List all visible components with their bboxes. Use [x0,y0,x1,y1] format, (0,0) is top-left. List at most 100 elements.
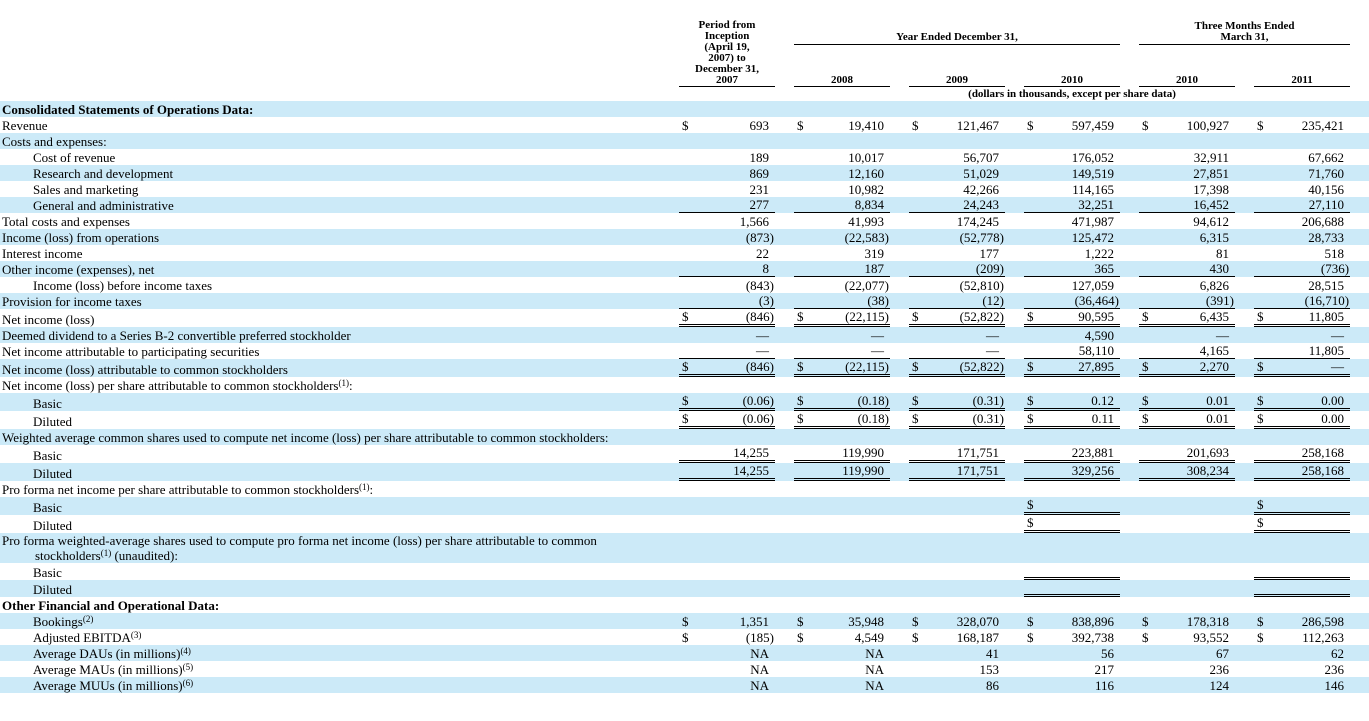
column-spacer [1005,359,1024,377]
value-cell: 8 [679,261,775,277]
value-cell [909,515,1005,533]
value-cell [909,497,1005,515]
cell-value: 597,459 [1071,117,1115,133]
column-spacer [775,580,794,597]
column-spacer [775,327,794,343]
row-label-cell: Cost of revenue [0,149,660,165]
cell-box: $597,459 [1024,118,1120,133]
column-spacer [890,497,909,515]
row-label: Average DAUs (in millions)(4) [33,645,191,661]
cell-box: 56 [1024,646,1120,661]
column-spacer [1350,497,1369,515]
column-spacer [1235,213,1254,229]
column-spacer [775,117,794,133]
cell-box: $ (0.18) [794,393,890,411]
column-spacer [1005,580,1024,597]
value-cell: $27,895 [1024,359,1121,377]
row-label: Consolidated Statements of Operations Da… [2,101,254,117]
value-cell: 16,452 [1139,197,1236,213]
cell-value: 231 [749,181,770,197]
column-spacer [660,515,679,533]
cell-box: $ [1254,497,1351,515]
row-label: Bookings(2) [33,613,94,629]
cell-value: 14,255 [733,462,769,478]
table-row: Other income (expenses), net 8 187 (209) 365… [0,260,1369,277]
financial-table: Period from Inception (April 19, 2007) t… [0,0,1369,693]
column-spacer [1120,245,1139,261]
cell-value: 10,017 [848,149,884,165]
cell-box: $ (0.06) [679,411,775,429]
table-row: Research and development 869 12,160 51,029 1… [0,164,1369,181]
value-cell: 27,851 [1139,165,1235,181]
column-spacer [1120,229,1139,245]
cell-value: 90,595 [1078,308,1115,324]
column-spacer [1005,613,1024,629]
cell-value: — [871,342,884,358]
row-label: Pro forma net income per share attributa… [2,481,374,497]
column-spacer [775,229,794,245]
column-spacer [775,181,794,197]
cell-value: 8,834 [854,196,884,212]
cell-box: 27,110 [1254,197,1351,213]
column-spacer [1120,117,1139,133]
column-spacer [660,445,679,463]
cell-value: 206,688 [1301,213,1345,229]
cell-value: 93,552 [1193,629,1230,645]
cell-value: (22,583) [844,229,889,245]
value-cell: 4,165 [1139,343,1236,359]
value-cell: 1,566 [679,213,775,229]
column-spacer [1005,277,1024,293]
row-label-cell: Basic [0,497,660,515]
column-spacer [890,445,909,463]
value-cell: $112,263 [1254,629,1350,645]
column-spacer [890,411,909,429]
table-row: Provision for income taxes (3) (38) (12) (36… [0,292,1369,309]
column-spacer [660,629,679,645]
cell-box: (3) [679,293,775,309]
cell-value: 236 [1324,661,1345,677]
cell-value: 62 [1331,645,1345,661]
table-row: Diluted $ $ [0,515,1369,533]
table-row: Costs and expenses: [0,132,1369,149]
column-spacer [1120,563,1139,580]
cell-box: 365 [1024,261,1121,277]
cell-box [1254,580,1351,597]
column-spacer [890,181,909,197]
cell-value: 58,110 [1078,342,1115,358]
value-cell [1139,515,1235,533]
value-cell: 146 [1254,677,1350,693]
cell-value: 67 [1216,645,1230,661]
column-spacer [1350,411,1369,429]
value-cell: 41,993 [794,213,890,229]
cell-value: 28,515 [1308,277,1345,293]
row-label-cell: Interest income [0,245,660,261]
header-quarter-2011: 2011 [1254,44,1351,87]
header-line: 2007) to [708,51,746,64]
column-spacer [1350,213,1369,229]
cell-value: (0.31) [972,392,1004,408]
value-cell: $ (22,115) [794,309,890,327]
column-spacer [1235,515,1254,533]
table-row: Basic 14,255 119,990 171,751 223,881 201,693 2… [0,445,1369,463]
row-label: Provision for income taxes [2,293,142,309]
table-row: Basic [0,563,1369,580]
cell-box: $93,552 [1139,630,1235,645]
cell-box: 58,110 [1024,342,1121,359]
value-cell: $6,435 [1139,309,1236,327]
cell-value: 81 [1216,245,1230,261]
value-cell: 28,733 [1254,229,1350,245]
row-label-cell: Income (loss) from operations [0,229,660,245]
cell-box: — [1139,328,1235,343]
column-spacer [1350,463,1369,481]
value-cell: 81 [1139,245,1235,261]
value-cell: 4,590 [1024,327,1120,343]
value-cell: $ (52,822) [909,359,1005,377]
column-spacer [1120,165,1139,181]
column-spacer [1350,563,1369,580]
column-spacer [1235,149,1254,165]
cell-box: 16,452 [1139,197,1236,213]
cell-box: $112,263 [1254,630,1350,645]
cell-box: 10,982 [794,182,890,197]
header-spacer [775,0,794,86]
value-cell: 174,245 [909,213,1005,229]
